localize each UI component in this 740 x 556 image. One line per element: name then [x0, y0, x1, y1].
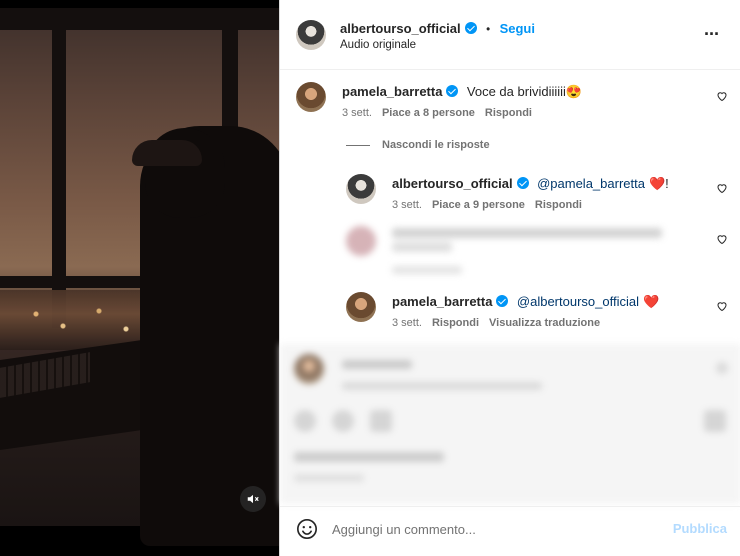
blurred-heart [716, 362, 728, 374]
audio-label[interactable]: Audio originale [340, 39, 416, 51]
separator-dot: • [486, 24, 491, 36]
blurred-meta [342, 382, 542, 390]
verified-badge-icon [464, 22, 477, 34]
blurred-icon [294, 410, 316, 432]
comment-input[interactable] [332, 519, 652, 539]
avatar[interactable] [296, 82, 326, 112]
reply-time[interactable]: 3 sett. [392, 317, 422, 329]
heart-icon[interactable] [716, 300, 728, 312]
avatar[interactable] [346, 174, 376, 204]
heart-icon[interactable] [716, 182, 728, 194]
blurred-text [392, 242, 452, 252]
hide-replies-label: Nascondi le risposte [382, 139, 490, 151]
more-options-button[interactable]: ··· [704, 24, 720, 45]
reply-mention[interactable]: @albertourso_official [517, 294, 639, 309]
reply-comment: albertourso_official @pamela_barretta ❤️! [392, 175, 669, 193]
reply-button[interactable]: Rispondi [485, 107, 532, 119]
comment-likes[interactable]: Piace a 8 persone [382, 107, 475, 119]
reply-meta: 3 sett. Rispondi Visualizza traduzione [392, 317, 600, 329]
reply-username[interactable]: pamela_barretta [392, 294, 492, 309]
hide-replies-toggle[interactable]: Nascondi le risposte [346, 139, 490, 151]
follow-button[interactable]: Segui [500, 21, 535, 36]
avatar[interactable] [346, 292, 376, 322]
video-player[interactable] [0, 0, 279, 556]
reply-likes[interactable]: Piace a 9 persone [432, 199, 525, 211]
comment: pamela_barretta Voce da brividiiiiii😍 [342, 83, 582, 101]
blurred-meta [392, 266, 462, 274]
post-header: albertourso_official • Segui Audio origi… [280, 0, 740, 70]
blurred-text [294, 452, 444, 462]
blurred-icon [370, 410, 392, 432]
mute-button[interactable] [240, 486, 266, 512]
blurred-text [342, 360, 412, 369]
reply-username[interactable]: albertourso_official [392, 176, 513, 191]
comments-panel: albertourso_official • Segui Audio origi… [279, 0, 740, 556]
blurred-icon [704, 410, 726, 432]
author-line: albertourso_official • Segui [340, 20, 535, 38]
reply-mention[interactable]: @pamela_barretta [537, 176, 645, 191]
reply-text: ❤️ [642, 294, 660, 309]
blurred-text [294, 474, 364, 482]
avatar [294, 354, 324, 384]
comment-text: Voce da brividiiiiii😍 [466, 84, 583, 99]
video-frame [0, 8, 279, 546]
verified-badge-icon [446, 85, 459, 97]
translate-button[interactable]: Visualizza traduzione [489, 317, 600, 329]
verified-badge-icon [496, 295, 509, 307]
avatar[interactable] [296, 20, 326, 50]
reply-meta: 3 sett. Piace a 9 persone Rispondi [392, 199, 582, 211]
comment-composer: Pubblica [280, 506, 740, 550]
comment-meta: 3 sett. Piace a 8 persone Rispondi [342, 107, 532, 119]
speaker-muted-icon [247, 494, 259, 504]
reply-button[interactable]: Rispondi [432, 317, 479, 329]
blurred-text [392, 228, 662, 238]
author-username[interactable]: albertourso_official [340, 21, 461, 36]
avatar [346, 226, 376, 256]
heart-icon[interactable] [716, 90, 728, 102]
heart-icon[interactable] [716, 233, 728, 245]
reply-comment: pamela_barretta @albertourso_official ❤️ [392, 293, 659, 311]
comment-username[interactable]: pamela_barretta [342, 84, 442, 99]
blurred-icon [332, 410, 354, 432]
cap-silhouette [132, 140, 202, 166]
emoji-icon[interactable] [296, 518, 318, 540]
comment-time[interactable]: 3 sett. [342, 107, 372, 119]
divider-line [346, 144, 370, 146]
verified-badge-icon [516, 177, 529, 189]
publish-button[interactable]: Pubblica [673, 521, 727, 536]
reply-text: ❤️! [648, 176, 669, 191]
reply-time[interactable]: 3 sett. [392, 199, 422, 211]
reply-button[interactable]: Rispondi [535, 199, 582, 211]
